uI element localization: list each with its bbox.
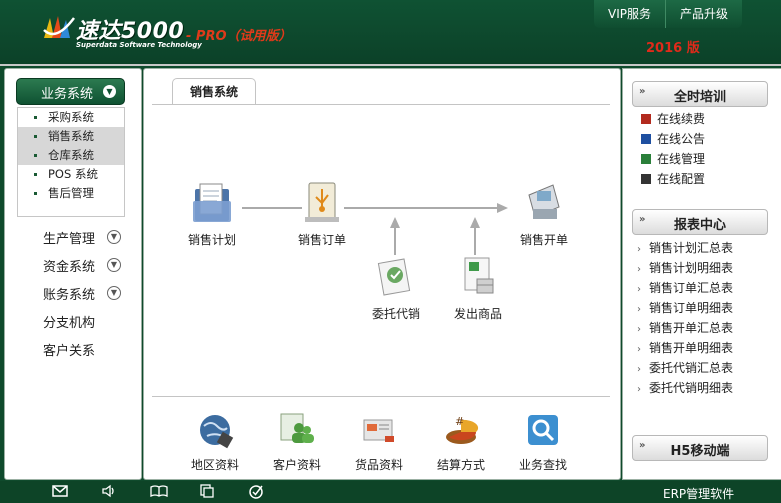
- training-item-config[interactable]: 在线配置: [641, 170, 705, 188]
- check-document-icon: [377, 258, 411, 296]
- consignment-node[interactable]: 委托代销: [360, 255, 432, 322]
- divider: [152, 396, 610, 397]
- brand-subtitle: Superdata Software Technology: [76, 41, 202, 49]
- bullet-icon: [34, 116, 37, 119]
- book-icon: [641, 174, 651, 184]
- main-content: 销售系统 销售计划 销售订单 销售开单 委托代销 发出商品 地区资料 客户资料 …: [143, 68, 621, 480]
- box-document-icon: [464, 257, 494, 294]
- chevron-right-icon: ›: [637, 384, 641, 395]
- chevron-right-icon: ›: [637, 304, 641, 315]
- training-item-management[interactable]: 在线管理: [641, 150, 705, 168]
- report-link[interactable]: › 销售计划明细表: [637, 258, 733, 278]
- region-data-shortcut[interactable]: 地区资料: [179, 410, 251, 473]
- chevron-down-icon: ▼: [107, 230, 121, 244]
- report-link[interactable]: › 销售订单明细表: [637, 298, 733, 318]
- sales-invoice-node[interactable]: 销售开单: [508, 181, 580, 248]
- chevron-right-icon: ›: [637, 364, 641, 375]
- chevron-down-icon: ▼: [107, 286, 121, 300]
- book-icon: [641, 154, 651, 164]
- folder-document-icon: [193, 183, 231, 222]
- submenu-sales[interactable]: 销售系统: [18, 127, 124, 146]
- chevron-right-icon: ›: [637, 284, 641, 295]
- report-link[interactable]: › 委托代销明细表: [637, 378, 733, 398]
- bullet-icon: [34, 135, 37, 138]
- report-center-header-button[interactable]: » 报表中心: [632, 209, 768, 235]
- version-year: 2016 版: [646, 41, 700, 56]
- report-link[interactable]: › 销售开单明细表: [637, 338, 733, 358]
- book-icon: [641, 114, 651, 124]
- copy-icon[interactable]: [199, 484, 215, 498]
- menu-customer-relations[interactable]: 客户关系: [43, 340, 95, 359]
- pie-chart-icon: #: [446, 415, 479, 444]
- open-book-icon[interactable]: [150, 484, 168, 498]
- training-header-button[interactable]: » 全时培训: [632, 81, 768, 107]
- business-system-label: 业务系统: [41, 87, 94, 102]
- submenu-purchase[interactable]: 采购系统: [18, 108, 124, 127]
- divider: [152, 104, 610, 105]
- customer-data-shortcut[interactable]: 客户资料: [261, 410, 333, 473]
- users-icon: [280, 413, 314, 443]
- settlement-method-shortcut[interactable]: # 结算方式: [425, 410, 497, 473]
- check-circle-icon[interactable]: [248, 484, 264, 499]
- superdata-logo-icon: [43, 16, 75, 38]
- sales-order-node[interactable]: 销售订单: [286, 181, 358, 248]
- report-link[interactable]: › 委托代销汇总表: [637, 358, 733, 378]
- search-icon: [528, 415, 558, 445]
- up-arrow-icon: [470, 217, 480, 255]
- chevron-right-icon: ›: [637, 244, 641, 255]
- chevron-right-icon: ›: [637, 344, 641, 355]
- product-upgrade-button[interactable]: 产品升级: [665, 0, 742, 28]
- submenu-after-sales[interactable]: 售后管理: [18, 184, 124, 203]
- sales-plan-node[interactable]: 销售计划: [176, 181, 248, 248]
- status-bar: ERP管理软件: [0, 481, 781, 503]
- business-search-shortcut[interactable]: 业务查找: [507, 410, 579, 473]
- book-icon: [641, 134, 651, 144]
- training-item-notice[interactable]: 在线公告: [641, 130, 705, 148]
- menu-funds[interactable]: 资金系统 ▼: [43, 256, 121, 275]
- up-arrow-icon: [390, 217, 400, 255]
- bullet-icon: [34, 154, 37, 157]
- training-item-renewal[interactable]: 在线续费: [641, 110, 705, 128]
- bullet-icon: [34, 192, 37, 195]
- register-icon: [528, 184, 560, 219]
- bullet-icon: [34, 173, 37, 176]
- brand-edition: - PRO（试用版）: [186, 29, 292, 44]
- business-submenu: 采购系统 销售系统 仓库系统 POS 系统 售后管理: [17, 107, 125, 217]
- mail-icon[interactable]: [52, 484, 68, 498]
- right-panel: » 全时培训 在线续费 在线公告 在线管理 在线配置 » 报表中心 › 销售计划汇…: [622, 68, 781, 480]
- goods-data-shortcut[interactable]: 货品资料: [343, 410, 415, 473]
- speaker-icon[interactable]: [101, 484, 117, 498]
- report-link[interactable]: › 销售计划汇总表: [637, 238, 733, 258]
- menu-production[interactable]: 生产管理 ▼: [43, 228, 121, 247]
- top-nav: VIP服务 产品升级: [594, 0, 743, 28]
- chevron-down-icon: ▼: [107, 258, 121, 272]
- h5-mobile-header-button[interactable]: » H5移动端: [632, 435, 768, 461]
- erp-label: ERP管理软件: [663, 487, 735, 501]
- submenu-warehouse[interactable]: 仓库系统: [18, 146, 124, 165]
- chevron-right-icon: ›: [637, 264, 641, 275]
- vip-service-button[interactable]: VIP服务: [594, 0, 665, 28]
- flow-arrow-icon: [242, 203, 508, 213]
- business-system-button[interactable]: 业务系统 ▼: [16, 78, 125, 105]
- submenu-pos[interactable]: POS 系统: [18, 165, 124, 184]
- app-header: 速达5000 Superdata Software Technology - P…: [0, 0, 781, 66]
- globe-icon: [200, 415, 234, 449]
- shipped-goods-node[interactable]: 发出商品: [442, 255, 514, 322]
- tab-sales-system[interactable]: 销售系统: [172, 78, 256, 105]
- menu-branches[interactable]: 分支机构: [43, 312, 95, 331]
- goods-card-icon: [363, 419, 394, 442]
- sidebar: 业务系统 ▼ 采购系统 销售系统 仓库系统 POS 系统 售后管理 生产管理 ▼ …: [4, 68, 142, 480]
- report-link[interactable]: › 销售订单汇总表: [637, 278, 733, 298]
- chevron-right-icon: ›: [637, 324, 641, 335]
- report-link[interactable]: › 销售开单汇总表: [637, 318, 733, 338]
- chevron-down-icon: ▼: [103, 85, 116, 98]
- menu-accounting[interactable]: 账务系统 ▼: [43, 284, 121, 303]
- usb-document-icon: [305, 182, 339, 222]
- svg-text:#: #: [455, 415, 464, 428]
